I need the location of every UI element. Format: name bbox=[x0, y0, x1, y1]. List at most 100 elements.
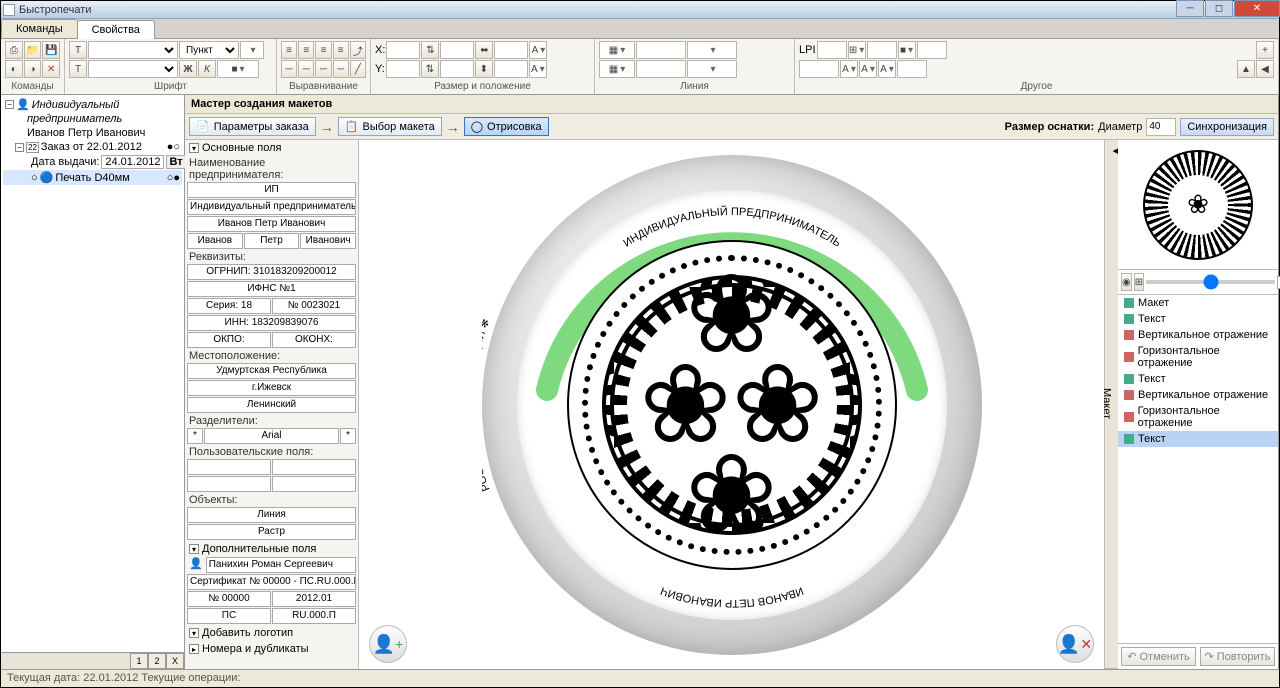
lpi-input[interactable] bbox=[817, 41, 847, 59]
line-style-2[interactable]: ▦ bbox=[599, 60, 635, 78]
tree-order[interactable]: −22Заказ от 22.01.2012●○ bbox=[3, 140, 182, 154]
oth-7[interactable]: A bbox=[859, 60, 877, 78]
chevron-right-icon[interactable]: ▸ bbox=[189, 644, 199, 654]
italic-button[interactable]: К bbox=[198, 60, 216, 78]
cert[interactable]: Сертификат № 00000 - ПС.RU.000.П bbox=[187, 574, 356, 590]
layer-item[interactable]: Текст bbox=[1118, 431, 1278, 447]
ip-full[interactable]: Индивидуальный предприниматель bbox=[187, 199, 356, 215]
tree-root[interactable]: −👤Индивидуальный bbox=[3, 97, 182, 112]
font-family-2[interactable] bbox=[88, 60, 178, 78]
diameter-input[interactable] bbox=[1146, 118, 1176, 136]
close-button[interactable]: ✕ bbox=[1234, 0, 1280, 17]
zoom-mode-2[interactable]: ⊞ bbox=[1134, 273, 1144, 291]
layer-item[interactable]: Текст bbox=[1118, 371, 1278, 387]
oth-5[interactable] bbox=[799, 60, 839, 78]
series[interactable]: Серия: 18 bbox=[187, 298, 271, 314]
canvas[interactable]: ИНДИВИДУАЛЬНЫЙ ПРЕДПРИНИМАТЕЛЬ ИВАНОВ ПЕ… bbox=[359, 140, 1104, 669]
line-w3[interactable] bbox=[636, 60, 686, 78]
sep-char[interactable]: * bbox=[187, 428, 203, 444]
size-ext[interactable]: A bbox=[529, 41, 547, 59]
fio-last[interactable]: Иванов bbox=[187, 233, 243, 249]
bold-button[interactable]: Ж bbox=[179, 60, 197, 78]
chevron-down-icon[interactable]: ▾ bbox=[189, 628, 199, 638]
step-params[interactable]: 📄Параметры заказа bbox=[189, 117, 316, 136]
cmd-btn-3[interactable]: 💾 bbox=[42, 41, 60, 59]
h-input[interactable] bbox=[494, 41, 528, 59]
flip-v-icon[interactable]: ◀ bbox=[1256, 60, 1274, 78]
h2-input[interactable] bbox=[494, 60, 528, 78]
sep-font[interactable]: Arial bbox=[204, 428, 339, 444]
cmd-btn-5[interactable]: ◑ bbox=[24, 60, 42, 78]
tree-tab-2[interactable]: 2 bbox=[148, 653, 166, 669]
okonh[interactable]: ОКОНХ: bbox=[272, 332, 356, 348]
y-input[interactable] bbox=[386, 60, 420, 78]
w-unit[interactable]: ⬌ bbox=[475, 41, 493, 59]
layer-item[interactable]: Вертикальное отражение bbox=[1118, 327, 1278, 343]
side-tab[interactable]: ◂Макет bbox=[1104, 140, 1118, 669]
uf4[interactable] bbox=[272, 476, 356, 492]
oth-4[interactable] bbox=[917, 41, 947, 59]
w-input[interactable] bbox=[440, 41, 474, 59]
remove-person-button[interactable]: 👤✕ bbox=[1056, 625, 1094, 663]
cmd-btn-1[interactable]: ⎙ bbox=[5, 41, 23, 59]
oth-3[interactable]: ■ bbox=[898, 41, 916, 59]
fio-mid[interactable]: Иванович bbox=[300, 233, 356, 249]
stamp-preview[interactable]: ИНДИВИДУАЛЬНЫЙ ПРЕДПРИНИМАТЕЛЬ ИВАНОВ ПЕ… bbox=[482, 155, 982, 655]
font-ext-1[interactable] bbox=[240, 41, 264, 59]
font-family-select[interactable] bbox=[88, 41, 178, 59]
valign-diag[interactable]: ╱ bbox=[350, 60, 366, 78]
obj-raster[interactable]: Растр bbox=[187, 524, 356, 540]
font-text-icon[interactable]: T bbox=[69, 41, 87, 59]
undo-button[interactable]: ↶Отменить bbox=[1121, 647, 1196, 666]
valign-4[interactable]: ─ bbox=[333, 60, 349, 78]
align-right[interactable]: ≡ bbox=[315, 41, 331, 59]
w2-unit[interactable]: ⬍ bbox=[475, 60, 493, 78]
zoom-mode-1[interactable]: ◉ bbox=[1121, 273, 1132, 291]
fio-first[interactable]: Петр bbox=[244, 233, 300, 249]
redo-button[interactable]: ↷Повторить bbox=[1200, 647, 1275, 666]
tree-date[interactable]: Дата выдачи:24.01.2012Вт bbox=[3, 154, 182, 170]
cert-ru[interactable]: RU.000.П bbox=[272, 608, 356, 624]
w2-input[interactable] bbox=[440, 60, 474, 78]
step-render[interactable]: ◯Отрисовка bbox=[464, 117, 549, 136]
font-color[interactable]: ■ bbox=[217, 60, 259, 78]
name-short[interactable]: ИП bbox=[187, 182, 356, 198]
oth-6[interactable]: A bbox=[840, 60, 858, 78]
valign-3[interactable]: ─ bbox=[315, 60, 331, 78]
minimize-button[interactable]: ─ bbox=[1176, 0, 1204, 17]
align-rotate[interactable]: ⤴ bbox=[350, 41, 366, 59]
step-select[interactable]: 📋Выбор макета bbox=[338, 117, 442, 136]
oth-1[interactable]: ⊞ bbox=[848, 41, 866, 59]
tree-tab-1[interactable]: 1 bbox=[130, 653, 148, 669]
tab-properties[interactable]: Свойства bbox=[77, 20, 155, 39]
panikhin[interactable]: Панихин Роман Сергеевич bbox=[206, 557, 356, 573]
align-left[interactable]: ≡ bbox=[281, 41, 297, 59]
layer-item[interactable]: Вертикальное отражение bbox=[1118, 387, 1278, 403]
uf3[interactable] bbox=[187, 476, 271, 492]
font-size-select[interactable]: Пункт bbox=[179, 41, 239, 59]
zoom-slider[interactable] bbox=[1146, 280, 1275, 284]
cmd-btn-2[interactable]: 📁 bbox=[24, 41, 42, 59]
number[interactable]: № 0023021 bbox=[272, 298, 356, 314]
line-w1[interactable] bbox=[636, 41, 686, 59]
cmd-btn-4[interactable]: ◐ bbox=[5, 60, 23, 78]
font-text-icon-2[interactable]: T bbox=[69, 60, 87, 78]
loc3[interactable]: Ленинский bbox=[187, 397, 356, 413]
valign-1[interactable]: ─ bbox=[281, 60, 297, 78]
chevron-down-icon[interactable]: ▾ bbox=[189, 143, 199, 153]
inn[interactable]: ИНН: 183209839076 bbox=[187, 315, 356, 331]
cmd-btn-6[interactable]: ✕ bbox=[42, 60, 60, 78]
chevron-down-icon[interactable]: ▾ bbox=[189, 544, 199, 554]
valign-2[interactable]: ─ bbox=[298, 60, 314, 78]
fio-full[interactable]: Иванов Петр Иванович bbox=[187, 216, 356, 232]
sep-char2[interactable]: * bbox=[340, 428, 356, 444]
y-lock[interactable]: ⇅ bbox=[421, 60, 439, 78]
okpo[interactable]: ОКПО: bbox=[187, 332, 271, 348]
loc1[interactable]: Удмуртская Республика bbox=[187, 363, 356, 379]
ifns[interactable]: ИФНС №1 bbox=[187, 281, 356, 297]
tab-commands[interactable]: Команды bbox=[1, 19, 78, 38]
align-justify[interactable]: ≡ bbox=[333, 41, 349, 59]
obj-line[interactable]: Линия bbox=[187, 507, 356, 523]
oth-2[interactable] bbox=[867, 41, 897, 59]
cert-pc[interactable]: ПС bbox=[187, 608, 271, 624]
